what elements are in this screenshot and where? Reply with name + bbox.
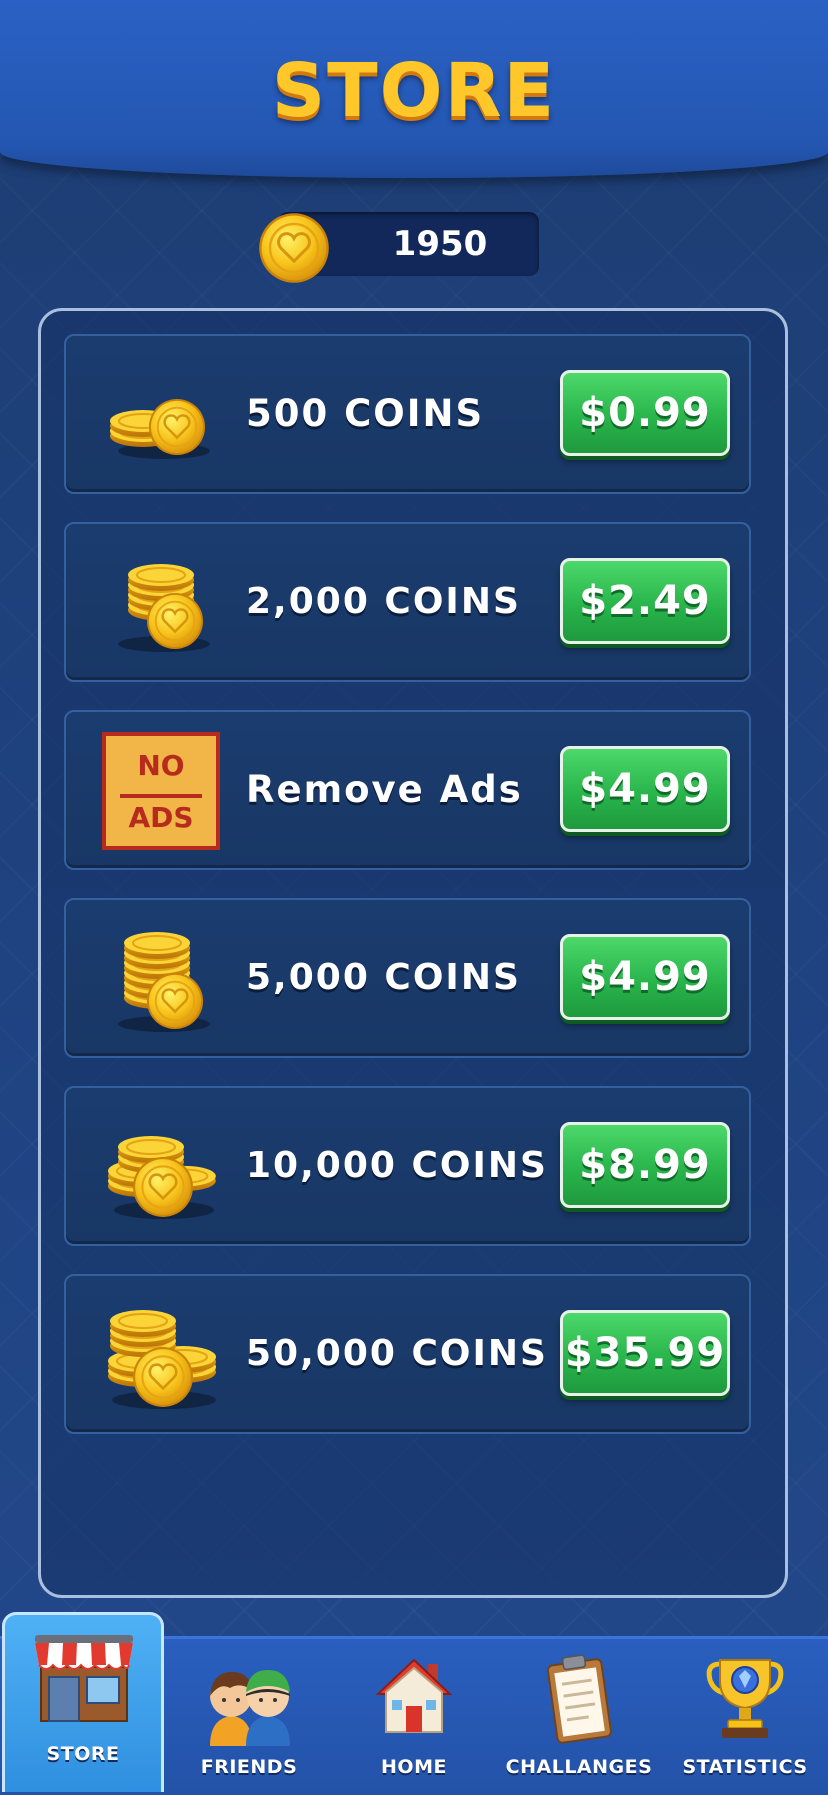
- item-label: 5,000 COINS: [246, 957, 521, 998]
- nav-tab-statistics[interactable]: STATISTICS: [662, 1636, 828, 1792]
- store-item-5000-coins[interactable]: 5,000 COINS $4.99: [64, 898, 751, 1058]
- nav-tab-challenges[interactable]: CHALLANGES: [496, 1636, 662, 1792]
- nav-tab-store[interactable]: STORE: [2, 1612, 164, 1792]
- buy-button-10000-coins[interactable]: $8.99: [560, 1122, 730, 1208]
- nav-tab-friends[interactable]: FRIENDS: [166, 1636, 332, 1792]
- coins-stack-icon: [118, 563, 210, 652]
- item-label: Remove Ads: [246, 768, 523, 811]
- buy-button-5000-coins[interactable]: $4.99: [560, 934, 730, 1020]
- heart-coin-icon: [258, 212, 330, 284]
- nav-label: FRIENDS: [200, 1756, 298, 1778]
- coins-pile-icon: [107, 1135, 217, 1219]
- nav-tab-home[interactable]: HOME: [332, 1636, 496, 1792]
- coin-balance-value: 1950: [392, 224, 488, 264]
- nav-label: STORE: [46, 1743, 120, 1765]
- item-label: 2,000 COINS: [246, 581, 521, 622]
- item-label: 10,000 COINS: [246, 1145, 548, 1186]
- item-label: 500 COINS: [246, 392, 485, 435]
- item-label: 50,000 COINS: [246, 1333, 548, 1374]
- coins-tall-stack-icon: [118, 931, 210, 1032]
- buy-button-2000-coins[interactable]: $2.49: [560, 558, 730, 644]
- clipboard-icon: [546, 1654, 612, 1744]
- coins-small-icon: [109, 398, 210, 459]
- nav-label: HOME: [381, 1756, 447, 1778]
- store-item-500-coins[interactable]: 500 COINS $0.99: [64, 334, 751, 494]
- nav-label: STATISTICS: [682, 1756, 808, 1778]
- trophy-icon: [706, 1659, 784, 1738]
- house-icon: [375, 1658, 453, 1733]
- buy-button-500-coins[interactable]: $0.99: [560, 370, 730, 456]
- buy-button-remove-ads[interactable]: $4.99: [560, 746, 730, 832]
- store-item-50000-coins[interactable]: 50,000 COINS $35.99: [64, 1274, 751, 1434]
- shop-icon: [35, 1635, 133, 1722]
- no-ads-icon: NO ADS: [102, 732, 220, 850]
- store-item-2000-coins[interactable]: 2,000 COINS $2.49: [64, 522, 751, 682]
- store-item-10000-coins[interactable]: 10,000 COINS $8.99: [64, 1086, 751, 1246]
- page-title: STORE: [271, 48, 557, 134]
- store-item-remove-ads[interactable]: NO ADS Remove Ads $4.99: [64, 710, 751, 870]
- nav-label: CHALLANGES: [505, 1756, 653, 1778]
- buy-button-50000-coins[interactable]: $35.99: [560, 1310, 730, 1396]
- coins-big-pile-icon: [107, 1309, 217, 1409]
- friends-icon: [210, 1670, 290, 1746]
